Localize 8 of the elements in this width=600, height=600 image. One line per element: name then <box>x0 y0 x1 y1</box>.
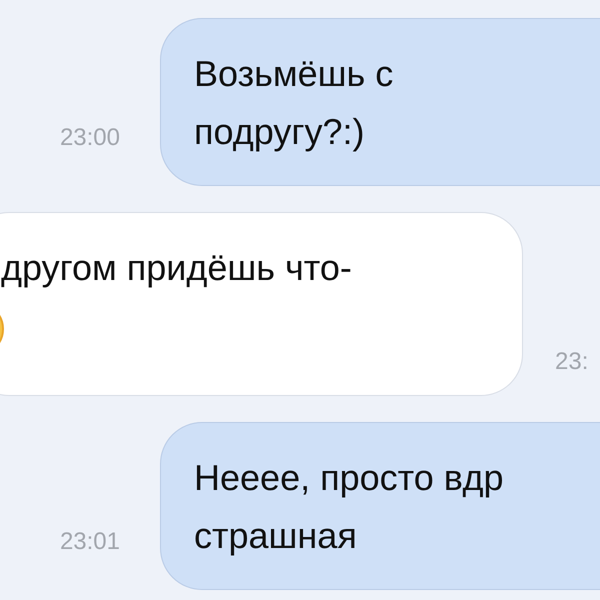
message-time: 23:01 <box>58 528 120 557</box>
message-text: Возьмёшь с <box>194 52 394 96</box>
message-text: подругу?:) <box>194 110 366 154</box>
message-time: 23: <box>555 348 588 377</box>
message-text: другом придёшь что- <box>1 246 353 290</box>
message-text: Нееее, просто вдр <box>194 456 504 500</box>
message-text: страшная <box>194 514 358 558</box>
message-time: 23:00 <box>58 124 120 153</box>
